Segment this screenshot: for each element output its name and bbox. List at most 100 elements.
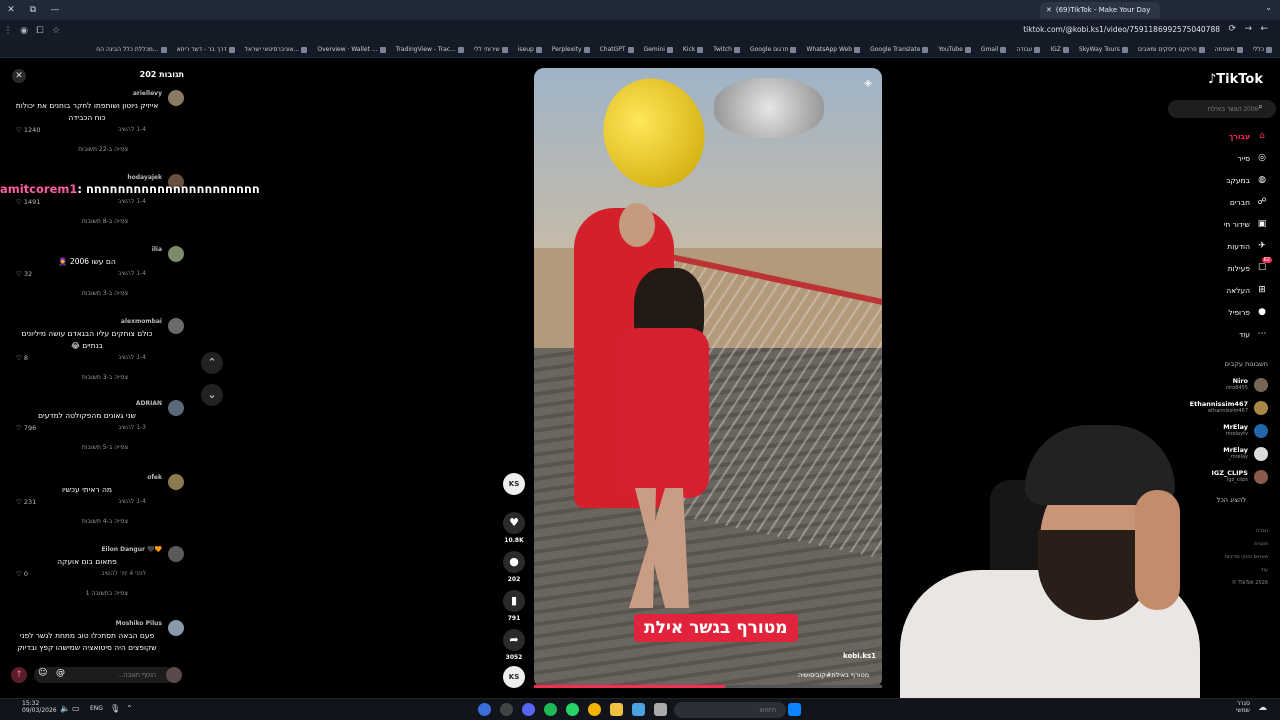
comment-like-button[interactable]: 0 ♡	[16, 570, 28, 578]
nav-item[interactable]: ◎ סייר	[1238, 152, 1268, 164]
bookmark-item[interactable]: SkyWay Tours	[1079, 46, 1128, 53]
bookmark-item[interactable]: שירותי ללי	[474, 46, 508, 53]
bookmark-item[interactable]: Twitch	[713, 46, 740, 53]
comment-avatar[interactable]	[168, 246, 184, 262]
comment-avatar[interactable]	[168, 90, 184, 106]
comment-reply-link[interactable]: 1-3 להשיב	[118, 424, 146, 431]
start-icon[interactable]	[788, 703, 801, 716]
reload-icon[interactable]: ⟳	[1228, 24, 1236, 34]
close-window-icon[interactable]: ✕	[0, 5, 22, 15]
comment-username[interactable]: ADRIAN	[136, 400, 162, 407]
view-replies-link[interactable]: צפייה ב-3 תשובות	[82, 374, 128, 381]
restore-window-icon[interactable]: ⧉	[22, 5, 44, 15]
comment-reply-link[interactable]: 1-4 להשיב	[118, 270, 146, 277]
taskbar-search[interactable]	[674, 702, 786, 718]
comment-avatar[interactable]	[168, 474, 184, 490]
app-icon-1[interactable]	[478, 703, 491, 716]
url-field[interactable]: tiktok.com/@kobi.ks1/video/7591186992575…	[1023, 25, 1220, 34]
nav-item[interactable]: ◍ במעקב	[1226, 174, 1268, 186]
bookmark-item[interactable]: פרויקט ריסקים ומאבים	[1138, 46, 1205, 53]
bookmark-item[interactable]: כללי	[1253, 46, 1272, 53]
photos-icon[interactable]	[632, 703, 645, 716]
bookmark-item[interactable]: Gemini	[644, 46, 673, 53]
bookmark-item[interactable]: iseup	[518, 46, 542, 53]
language-indicator[interactable]: ENG	[90, 705, 103, 712]
video-author-handle[interactable]: kobi.ks1	[843, 652, 876, 660]
back-icon[interactable]: ←	[1260, 24, 1268, 34]
network-icon[interactable]: ▭	[72, 704, 80, 713]
active-tab[interactable]: ✕ (69)TikTok - Make Your Day	[1040, 2, 1160, 18]
bookmark-item[interactable]: WhatsApp Web	[806, 46, 861, 53]
sound-disc-icon[interactable]: KS	[503, 666, 525, 688]
author-avatar-button[interactable]: KS	[502, 473, 526, 495]
bookmark-item[interactable]: Google Translate	[870, 46, 929, 53]
followed-account[interactable]: Niro niro8455	[1148, 377, 1268, 395]
mention-icon[interactable]: @	[56, 668, 65, 678]
comment-username[interactable]: Moshiko Pilus	[116, 620, 162, 627]
view-replies-link[interactable]: צפייה ב-22 תשובות	[78, 146, 128, 153]
comment-reply-link[interactable]: לפני 4 ימ׳ להשיב	[101, 570, 146, 577]
comment-like-button[interactable]: 231 ♡	[16, 498, 36, 506]
comment-username[interactable]: ariellevy	[133, 90, 162, 97]
bookmark-item[interactable]: TradingView - Trac...	[396, 46, 464, 53]
previous-video-button[interactable]: ⌃	[201, 352, 223, 374]
comment-input[interactable]	[34, 667, 174, 683]
minimize-window-icon[interactable]: —	[44, 5, 66, 15]
bookmark-item[interactable]: Kick	[683, 46, 704, 53]
bookmark-star-icon[interactable]: ☆	[48, 26, 64, 36]
bookmark-item[interactable]: Overview · Wallet ...	[317, 46, 386, 53]
bookmark-item[interactable]: Google תרגום	[750, 46, 797, 53]
comment-reply-link[interactable]: 1-4 להשיב	[118, 126, 146, 133]
tab-list-icon[interactable]: ⌄	[1265, 3, 1272, 12]
nav-item[interactable]: ✈ הודעות	[1227, 240, 1268, 252]
like-icon[interactable]: ♥	[503, 512, 525, 534]
comment-like-button[interactable]: 8 ♡	[16, 354, 28, 362]
volume-icon[interactable]: 🔈	[60, 704, 70, 713]
share-icon[interactable]: ➦	[503, 629, 525, 651]
tab-close-icon[interactable]: ✕	[1046, 6, 1052, 14]
comment-reply-link[interactable]: 1-4 להשיב	[118, 498, 146, 505]
next-video-button[interactable]: ⌄	[201, 384, 223, 406]
forward-icon[interactable]: →	[1244, 24, 1252, 34]
comment-username[interactable]: ilia	[152, 246, 162, 253]
discord-icon[interactable]	[522, 703, 535, 716]
view-replies-link[interactable]: צפייה ב-8 תשובות	[82, 218, 128, 225]
nav-item[interactable]: ⌂ עבורך	[1229, 130, 1268, 142]
weather-widget[interactable]: סגרר שמשי	[1236, 700, 1250, 714]
comment-avatar[interactable]	[168, 620, 184, 636]
comment-icon[interactable]: ●	[503, 551, 525, 573]
clock[interactable]: 15:32 09/03/2026	[22, 700, 57, 714]
view-replies-link[interactable]: צפייה ב-4 תשובות	[82, 518, 128, 525]
nav-item[interactable]: ▣ שידור חי	[1224, 218, 1268, 230]
send-icon[interactable]: ↑	[11, 667, 27, 683]
comment-like-button[interactable]: 1240 ♡	[16, 126, 40, 134]
bookmark-item[interactable]: IGZ	[1050, 46, 1069, 53]
menu-icon[interactable]: ⋮	[0, 26, 16, 36]
comment-avatar[interactable]	[168, 546, 184, 562]
comment-reply-link[interactable]: 1-4 להשיב	[118, 198, 146, 205]
bookmark-item[interactable]: אוניברסיטאי ישראל...	[245, 46, 308, 53]
comment-username[interactable]: ofek	[147, 474, 162, 481]
video-progress-bar[interactable]	[534, 685, 882, 688]
app-icon-2[interactable]	[500, 703, 513, 716]
comment-avatar[interactable]	[168, 318, 184, 334]
comment-like-button[interactable]: 1491 ♡	[16, 198, 40, 206]
nav-item[interactable]: ⋯ עוד	[1239, 328, 1268, 340]
profile-icon[interactable]: ◉	[16, 26, 32, 36]
video-player[interactable]: ◈	[534, 68, 882, 688]
show-hidden-icons[interactable]: ⌃	[126, 704, 133, 713]
microphone-icon[interactable]: 🎙	[110, 704, 120, 713]
comment-username[interactable]: hodayajek	[127, 174, 162, 181]
tiktok-logo[interactable]: ♪TikTok	[1208, 72, 1263, 87]
view-replies-link[interactable]: צפייה בתשובה 1	[86, 590, 128, 597]
mute-icon[interactable]: ◈	[864, 78, 872, 89]
nav-item[interactable]: ● פרופיל	[1228, 306, 1268, 318]
search-icon[interactable]: ⌕	[1258, 102, 1263, 112]
bookmark-item[interactable]: ChatGPT	[600, 46, 634, 53]
close-comments-button[interactable]: ✕	[12, 69, 26, 83]
nav-item[interactable]: ⊞ העלאה	[1226, 284, 1268, 296]
app-icon-3[interactable]	[654, 703, 667, 716]
emoji-icon[interactable]: ☺	[38, 668, 47, 678]
view-replies-link[interactable]: צפייה ב-5 תשובות	[82, 444, 128, 451]
extensions-icon[interactable]: ⧠	[32, 26, 48, 36]
